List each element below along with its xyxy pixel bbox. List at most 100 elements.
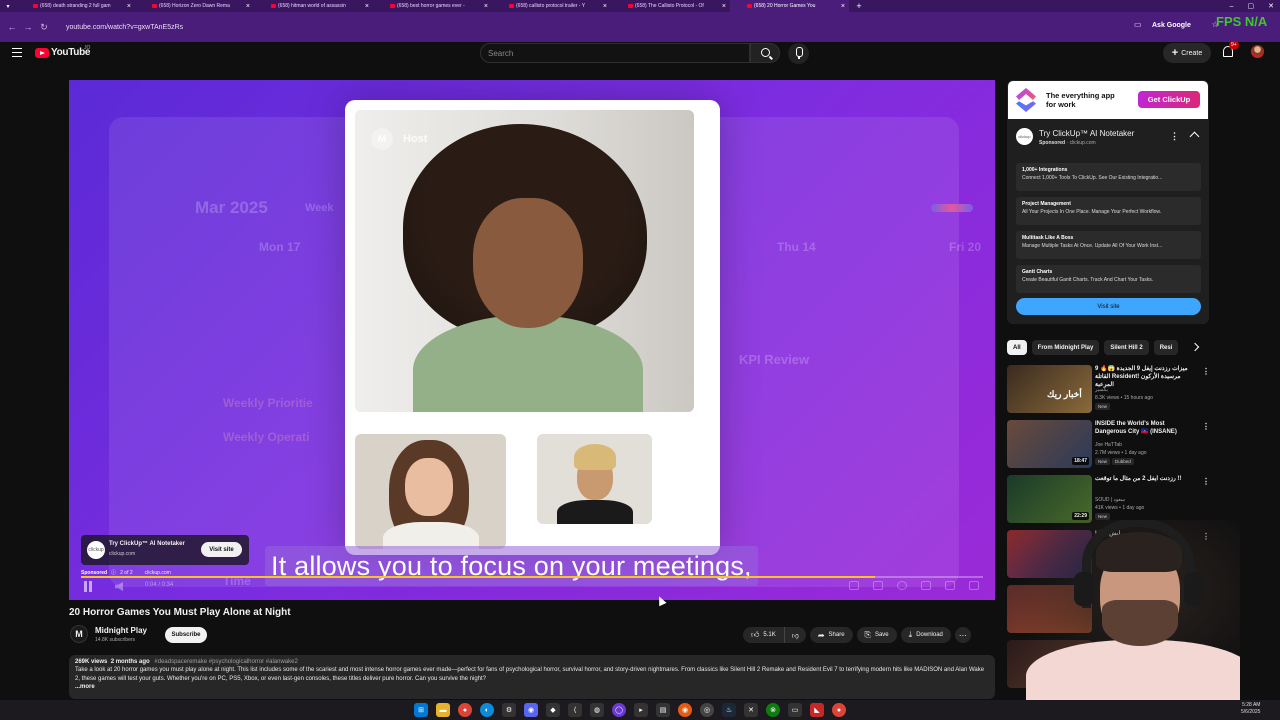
search-input[interactable] (480, 43, 750, 63)
chrome-icon[interactable]: ● (458, 703, 472, 717)
app-icon-10[interactable]: ◣ (810, 703, 824, 717)
miniplayer-icon[interactable] (921, 581, 931, 590)
system-clock[interactable]: 5:28 AM 5/6/2025 (1241, 702, 1260, 716)
browser-tab[interactable]: (658) best horror games ever - × (373, 0, 492, 12)
back-icon[interactable]: ← (4, 22, 20, 32)
app-icon-8[interactable]: ✕ (744, 703, 758, 717)
pause-icon[interactable] (83, 581, 93, 593)
edge-icon[interactable]: ◐ (480, 703, 494, 717)
browser-tab[interactable]: (658) death stranding 2 full gam × (16, 0, 135, 12)
steam-icon[interactable]: ♨ (722, 703, 736, 717)
recommendation-item[interactable]: 18:47 INSIDE the World's Most Dangerous C… (1007, 420, 1212, 470)
ask-google-button[interactable]: Ask Google (1152, 22, 1191, 29)
settings-app-icon[interactable]: ⚙ (502, 703, 516, 717)
video-menu-icon[interactable]: ⋮ (1202, 422, 1210, 431)
browser-tab[interactable]: (658) hitman world of assassin × (254, 0, 373, 12)
browser-tab[interactable]: (658) 20 Horror Games You × (730, 0, 849, 12)
url-field[interactable]: youtube.com/watch?v=gxwTAnE5zRs (66, 24, 183, 31)
close-tab-icon[interactable]: × (365, 3, 369, 10)
recommendation-title[interactable]: INSIDE the World's Most Dangerous City 🇭… (1095, 420, 1197, 436)
chip-silent-hill-2[interactable]: Silent Hill 2 (1104, 340, 1149, 355)
search-button[interactable] (750, 43, 780, 63)
video-menu-icon[interactable]: ⋮ (1202, 367, 1210, 376)
app-icon-7[interactable]: ◎ (700, 703, 714, 717)
settings-icon[interactable] (897, 581, 907, 590)
hamburger-menu-icon[interactable] (12, 48, 22, 57)
app-icon-6[interactable]: ▤ (656, 703, 670, 717)
channel-avatar[interactable]: M (70, 625, 88, 643)
account-avatar[interactable] (1251, 45, 1264, 58)
browser-tab[interactable]: (658) Horizon Zero Dawn Rema × (135, 0, 254, 12)
close-tab-icon[interactable]: × (484, 3, 488, 10)
file-explorer-icon[interactable]: ▬ (436, 703, 450, 717)
close-tab-icon[interactable]: × (127, 3, 131, 10)
cast-icon[interactable]: ▭ (1134, 20, 1142, 29)
app-icon-2[interactable]: ⟨ (568, 703, 582, 717)
close-window-icon[interactable]: ✕ (1268, 2, 1274, 10)
ad-feature-item[interactable]: Multitask Like A Boss Manage Multiple Tas… (1016, 231, 1201, 259)
theater-mode-icon[interactable] (945, 581, 955, 590)
voice-search-icon[interactable] (788, 43, 809, 64)
sidebar-ad-title[interactable]: Try ClickUp™ AI Notetaker (1039, 129, 1134, 138)
description-more-link[interactable]: ...more (75, 684, 989, 690)
create-button[interactable]: + Create (1163, 43, 1211, 63)
chip-all[interactable]: All (1007, 340, 1027, 355)
app-icon-4[interactable]: ◯ (612, 703, 626, 717)
ad-feature-item[interactable]: 1,000+ Integrations Connect 1,000+ Tools … (1016, 163, 1201, 191)
recommendation-title[interactable]: 9 🔥😱 ميزات رزدنت إيفل 9 الجديدة القاتلة … (1095, 365, 1197, 389)
video-player[interactable]: Mar 2025 Week Mon 17 Thu 14 Fri 20 KPI R… (69, 80, 995, 600)
close-tab-icon[interactable]: × (246, 3, 250, 10)
ad-overlay-chip[interactable]: clickup Try ClickUp™ AI Notetaker clicku… (81, 535, 249, 565)
ad-domain[interactable]: clickup.com (145, 570, 171, 576)
firefox-icon[interactable]: ◉ (678, 703, 692, 717)
subscribe-button[interactable]: Subscribe (165, 627, 207, 643)
ad-banner[interactable]: The everything app for work Get ClickUp (1008, 81, 1208, 119)
forward-icon[interactable]: → (20, 22, 36, 32)
video-menu-icon[interactable]: ⋮ (1202, 477, 1210, 486)
browser-tab[interactable]: (658) The Callisto Protocol - Of × (611, 0, 730, 12)
xbox-icon[interactable]: ⊗ (766, 703, 780, 717)
collapse-chevron-icon[interactable] (1189, 131, 1200, 142)
ad-feature-item[interactable]: Gantt Charts Create Beautiful Gantt Chart… (1016, 265, 1201, 293)
maximize-icon[interactable]: ▢ (1248, 2, 1255, 10)
hashtags[interactable]: #deadspaceremake #psychologicalhorror #a… (154, 659, 297, 665)
reload-icon[interactable]: ↻ (36, 22, 52, 33)
more-actions-icon[interactable]: ⋯ (954, 627, 971, 643)
share-button[interactable]: ➦ Share (809, 627, 853, 643)
app-icon-1[interactable]: ◆ (546, 703, 560, 717)
ad-menu-icon[interactable]: ⋮ (1170, 131, 1179, 142)
new-tab-button[interactable]: + (849, 1, 869, 11)
like-button[interactable]: 👍︎ 5.1K (743, 627, 785, 643)
recommendation-channel[interactable]: SOUD | سعود (1095, 497, 1125, 503)
autoplay-toggle-icon[interactable] (849, 581, 859, 590)
subtitles-icon[interactable] (873, 581, 883, 590)
dislike-button[interactable]: 👎︎ (785, 627, 806, 643)
save-button[interactable]: ⎘ Save (856, 627, 897, 643)
recommendation-channel[interactable]: Joe HaTTab (1095, 442, 1122, 448)
chip-from-midnight-play[interactable]: From Midnight Play (1031, 340, 1100, 355)
chrome-profile-icon[interactable]: ● (832, 703, 846, 717)
discord-icon[interactable]: ◉ (524, 703, 538, 717)
video-thumbnail[interactable]: أخبار ريك (1007, 365, 1092, 413)
get-clickup-button[interactable]: Get ClickUp (1138, 91, 1200, 108)
ad-feature-item[interactable]: Project Management All Your Projects In O… (1016, 197, 1201, 225)
tab-search-icon[interactable]: ▾ (0, 3, 16, 10)
volume-icon[interactable] (115, 582, 123, 591)
description-box[interactable]: 269K views 2 months ago #deadspaceremake… (69, 655, 995, 699)
recommendation-item[interactable]: 22:29 رزدنت ايفل 2 من مثال ما توقعت !! SOU… (1007, 475, 1212, 525)
progress-bar[interactable] (81, 576, 983, 578)
info-icon[interactable]: ⓘ (111, 569, 116, 576)
app-icon-3[interactable]: ◍ (590, 703, 604, 717)
video-thumbnail[interactable]: 18:47 (1007, 420, 1092, 468)
chip-resi[interactable]: Resi (1153, 340, 1179, 355)
youtube-logo-icon[interactable] (35, 48, 49, 58)
close-tab-icon[interactable]: × (841, 3, 845, 10)
recommendation-channel[interactable]: بكسير (1095, 387, 1108, 393)
close-tab-icon[interactable]: × (603, 3, 607, 10)
channel-name[interactable]: Midnight Play (95, 626, 147, 635)
visit-site-button[interactable]: Visit site (1016, 298, 1201, 315)
windows-start-icon[interactable]: ⊞ (414, 703, 428, 717)
app-icon-9[interactable]: ▭ (788, 703, 802, 717)
app-icon-5[interactable]: ▸ (634, 703, 648, 717)
recommendation-title[interactable]: رزدنت ايفل 2 من مثال ما توقعت !! (1095, 475, 1197, 483)
